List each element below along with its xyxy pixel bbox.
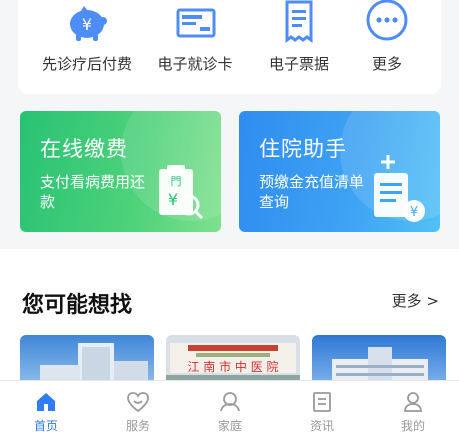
hospital-sign-text: 江 南 市 中 医 院 <box>187 359 278 374</box>
quick-action-label: 先诊疗后付费 <box>41 55 132 73</box>
banner-title: 在线缴费 <box>40 137 128 161</box>
tab-label: 家庭 <box>217 419 242 433</box>
svg-text:¥: ¥ <box>168 190 178 209</box>
tab-label: 我的 <box>400 419 425 433</box>
online-payment-banner[interactable]: 在线缴费 支付看病费用还款 門 ¥ <box>20 111 221 232</box>
tab-family[interactable]: 家庭 <box>184 381 276 437</box>
family-icon <box>220 392 240 412</box>
quick-action-pay-later[interactable]: ¥ 先诊疗后付费 <box>32 0 142 90</box>
banner-subtitle: 支付看病费用还款 <box>40 173 146 211</box>
quick-action-label: 更多 <box>371 55 402 73</box>
tab-home[interactable]: 首页 <box>0 381 92 437</box>
bottom-tab-bar: 首页 服务 家庭 资讯 我的 <box>0 380 459 437</box>
hospital-bill-icon: ¥ <box>374 155 425 222</box>
svg-text:¥: ¥ <box>410 205 418 220</box>
profile-icon <box>404 392 422 412</box>
quick-action-label: 电子就诊卡 <box>157 55 233 73</box>
section-title: 您可能想找 <box>22 293 133 318</box>
tab-label: 资讯 <box>309 419 334 433</box>
piggy-bank-yuan-icon: ¥ <box>70 6 107 41</box>
receipt-icon <box>285 0 313 43</box>
banner-subtitle: 预缴金充值清单查询 <box>259 173 365 211</box>
more-link[interactable]: 更多 > <box>392 290 439 311</box>
home-icon <box>37 393 55 411</box>
tab-news[interactable]: 资讯 <box>276 381 368 437</box>
tab-label: 服务 <box>125 419 150 433</box>
news-icon <box>313 392 331 412</box>
quick-action-medical-card[interactable]: 电子就诊卡 <box>140 0 250 90</box>
hospital-assistant-banner[interactable]: 住院助手 预缴金充值清单查询 ¥ <box>239 111 440 232</box>
tab-profile[interactable]: 我的 <box>367 381 459 437</box>
more-dots-icon <box>366 0 408 41</box>
svg-text:門: 門 <box>171 175 182 188</box>
quick-actions-card: ¥ 先诊疗后付费 电子就诊卡 电子票据 更多 <box>18 0 441 94</box>
payment-clipboard-icon: 門 ¥ <box>159 165 204 220</box>
tab-services[interactable]: 服务 <box>92 381 184 437</box>
quick-action-more[interactable]: 更多 <box>332 0 442 90</box>
heart-service-icon <box>127 392 149 413</box>
tab-label: 首页 <box>33 419 58 433</box>
banner-title: 住院助手 <box>259 137 347 161</box>
medical-card-icon <box>176 8 216 38</box>
svg-text:¥: ¥ <box>82 15 92 34</box>
